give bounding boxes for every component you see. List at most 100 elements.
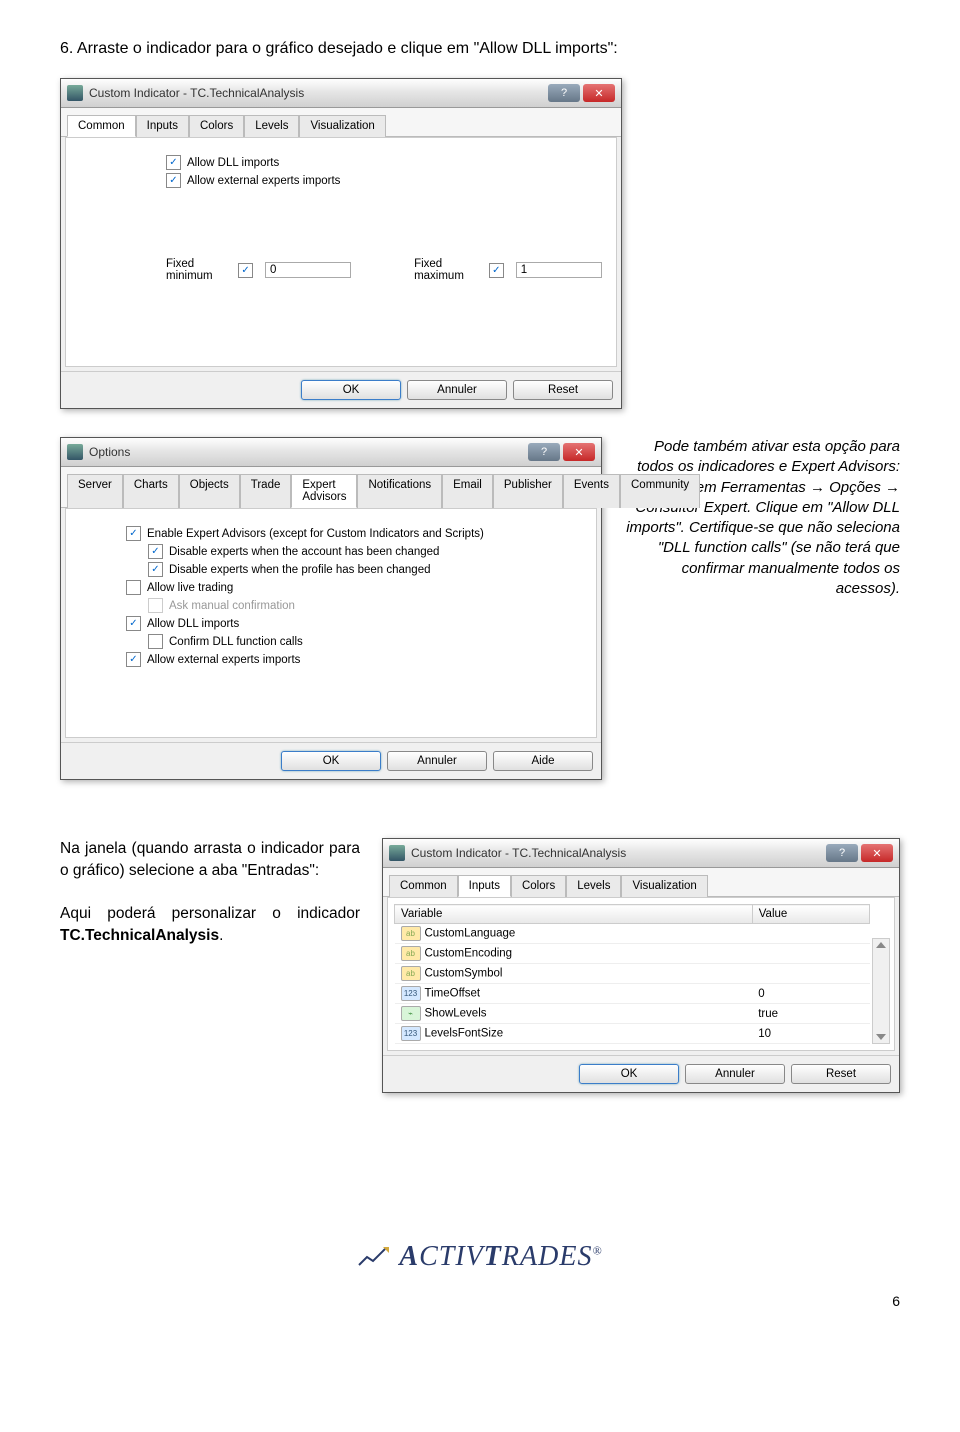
- checkbox-icon[interactable]: [166, 173, 181, 188]
- instruction-text: 6. Arraste o indicador para o gráfico de…: [60, 40, 900, 58]
- table-row[interactable]: abCustomLanguage: [395, 924, 870, 944]
- help-icon[interactable]: ?: [528, 443, 560, 461]
- cancel-button[interactable]: Annuler: [387, 751, 487, 771]
- options-dialog: Options ? ✕ Server Charts Objects Trade …: [60, 437, 602, 780]
- tab-colors[interactable]: Colors: [189, 115, 244, 137]
- col-variable[interactable]: Variable: [395, 905, 753, 924]
- table-row[interactable]: 123TimeOffset0: [395, 984, 870, 1004]
- disable-acct-row[interactable]: Disable experts when the account has bee…: [148, 544, 582, 559]
- live-trading-row[interactable]: Allow live trading: [126, 580, 582, 595]
- tab-trade[interactable]: Trade: [240, 474, 292, 508]
- dialog2-title: Options: [89, 445, 525, 459]
- checkbox-icon[interactable]: [148, 598, 163, 613]
- logo-mark-icon: [357, 1245, 391, 1271]
- cancel-button[interactable]: Annuler: [407, 380, 507, 400]
- fixed-max-label: Fixed maximum: [414, 258, 483, 282]
- dialog1-footer: OK Annuler Reset: [61, 371, 621, 408]
- close-icon[interactable]: ✕: [861, 844, 893, 862]
- ok-button[interactable]: OK: [301, 380, 401, 400]
- tab-levels[interactable]: Levels: [244, 115, 299, 137]
- confirm-dll-row[interactable]: Confirm DLL function calls: [148, 634, 582, 649]
- reset-button[interactable]: Reset: [791, 1064, 891, 1084]
- app-icon: [67, 85, 83, 101]
- tab-inputs[interactable]: Inputs: [136, 115, 189, 137]
- block2-p2: Aqui poderá personalizar o indicador TC.…: [60, 903, 360, 946]
- tab-colors[interactable]: Colors: [511, 875, 566, 897]
- disable-prof-row[interactable]: Disable experts when the profile has bee…: [148, 562, 582, 577]
- allow-dll2-label: Allow DLL imports: [147, 618, 239, 630]
- dialog3-tabs: Common Inputs Colors Levels Visualizatio…: [383, 868, 899, 897]
- fixed-min-input[interactable]: 0: [265, 262, 351, 278]
- tab-email[interactable]: Email: [442, 474, 493, 508]
- tab-events[interactable]: Events: [563, 474, 620, 508]
- dialog3-titlebar: Custom Indicator - TC.TechnicalAnalysis …: [383, 839, 899, 868]
- checkbox-icon[interactable]: [238, 263, 253, 278]
- fixed-max-input[interactable]: 1: [516, 262, 602, 278]
- allow-ext2-row[interactable]: Allow external experts imports: [126, 652, 582, 667]
- type-icon: ab: [401, 966, 421, 981]
- app-icon: [67, 444, 83, 460]
- table-row[interactable]: abCustomSymbol: [395, 964, 870, 984]
- checkbox-icon[interactable]: [148, 634, 163, 649]
- checkbox-icon[interactable]: [148, 562, 163, 577]
- close-icon[interactable]: ✕: [583, 84, 615, 102]
- tab-notifications[interactable]: Notifications: [357, 474, 442, 508]
- tab-objects[interactable]: Objects: [179, 474, 240, 508]
- dialog3-title: Custom Indicator - TC.TechnicalAnalysis: [411, 846, 823, 860]
- block2-text: Na janela (quando arrasta o indicador pa…: [60, 838, 360, 946]
- close-icon[interactable]: ✕: [563, 443, 595, 461]
- checkbox-icon[interactable]: [126, 526, 141, 541]
- tab-community[interactable]: Community: [620, 474, 700, 508]
- tab-levels[interactable]: Levels: [566, 875, 621, 897]
- dialog1-titlebar: Custom Indicator - TC.TechnicalAnalysis …: [61, 79, 621, 108]
- allow-dll2-row[interactable]: Allow DLL imports: [126, 616, 582, 631]
- inputs-table: Variable Value abCustomLanguageabCustomE…: [394, 904, 870, 1044]
- tab-common[interactable]: Common: [389, 875, 458, 897]
- tab-expert-advisors[interactable]: Expert Advisors: [291, 474, 357, 508]
- help-icon[interactable]: ?: [548, 84, 580, 102]
- scrollbar[interactable]: [872, 938, 890, 1044]
- checkbox-icon[interactable]: [489, 263, 504, 278]
- table-row[interactable]: ⌁ShowLevelstrue: [395, 1004, 870, 1024]
- dialog1-body: Allow DLL imports Allow external experts…: [65, 137, 617, 367]
- disable-acct-label: Disable experts when the account has bee…: [169, 546, 439, 558]
- dialog2-tabs: Server Charts Objects Trade Expert Advis…: [61, 467, 601, 508]
- table-row[interactable]: abCustomEncoding: [395, 944, 870, 964]
- checkbox-icon[interactable]: [126, 580, 141, 595]
- checkbox-icon[interactable]: [148, 544, 163, 559]
- confirm-dll-label: Confirm DLL function calls: [169, 636, 303, 648]
- allow-ext-row[interactable]: Allow external experts imports: [166, 173, 602, 188]
- type-icon: ab: [401, 946, 421, 961]
- help-icon[interactable]: ?: [826, 844, 858, 862]
- dialog1-title: Custom Indicator - TC.TechnicalAnalysis: [89, 86, 545, 100]
- page-number: 6: [60, 1293, 900, 1309]
- ask-confirm-row[interactable]: Ask manual confirmation: [148, 598, 582, 613]
- custom-indicator-dialog-1: Custom Indicator - TC.TechnicalAnalysis …: [60, 78, 622, 409]
- enable-ea-row[interactable]: Enable Expert Advisors (except for Custo…: [126, 526, 582, 541]
- col-value[interactable]: Value: [752, 905, 869, 924]
- allow-dll-label: Allow DLL imports: [187, 157, 279, 169]
- tab-visualization[interactable]: Visualization: [299, 115, 385, 137]
- checkbox-icon[interactable]: [126, 652, 141, 667]
- dialog2-titlebar: Options ? ✕: [61, 438, 601, 467]
- dialog2-footer: OK Annuler Aide: [61, 742, 601, 779]
- tab-publisher[interactable]: Publisher: [493, 474, 563, 508]
- tab-common[interactable]: Common: [67, 115, 136, 137]
- checkbox-icon[interactable]: [166, 155, 181, 170]
- tab-charts[interactable]: Charts: [123, 474, 179, 508]
- dialog3-footer: OK Annuler Reset: [383, 1055, 899, 1092]
- tab-visualization[interactable]: Visualization: [621, 875, 707, 897]
- type-icon: 123: [401, 986, 421, 1001]
- tab-server[interactable]: Server: [67, 474, 123, 508]
- type-icon: 123: [401, 1026, 421, 1041]
- cancel-button[interactable]: Annuler: [685, 1064, 785, 1084]
- ok-button[interactable]: OK: [281, 751, 381, 771]
- help-button[interactable]: Aide: [493, 751, 593, 771]
- tab-inputs[interactable]: Inputs: [458, 875, 511, 897]
- dialog1-tabs: Common Inputs Colors Levels Visualizatio…: [61, 108, 621, 137]
- allow-dll-row[interactable]: Allow DLL imports: [166, 155, 602, 170]
- reset-button[interactable]: Reset: [513, 380, 613, 400]
- ok-button[interactable]: OK: [579, 1064, 679, 1084]
- checkbox-icon[interactable]: [126, 616, 141, 631]
- table-row[interactable]: 123LevelsFontSize10: [395, 1024, 870, 1044]
